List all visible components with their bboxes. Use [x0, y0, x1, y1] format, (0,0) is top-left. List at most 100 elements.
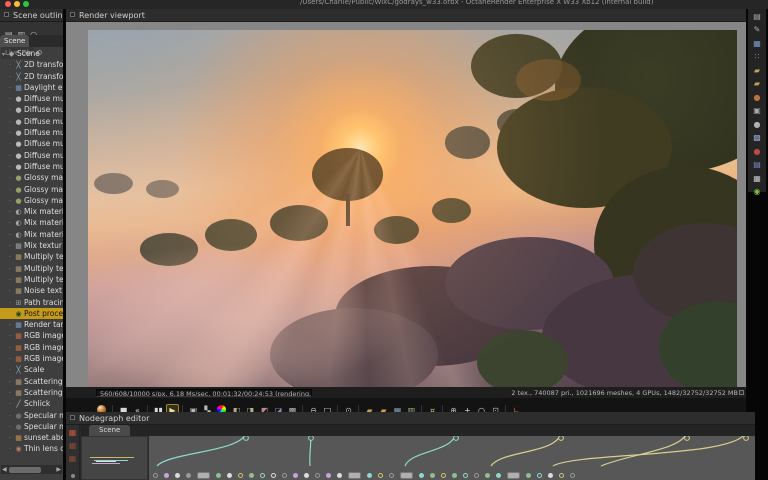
tree-item-scene[interactable]: ▾◆Scene — [0, 48, 63, 59]
sphere-icon[interactable]: ● — [751, 119, 763, 131]
node-pin[interactable] — [249, 473, 254, 478]
texture-nodes-group-icon[interactable]: ▦ — [67, 440, 78, 451]
image-icon[interactable]: ▦ — [751, 38, 763, 50]
material-nodes-group-icon[interactable]: ▦ — [67, 427, 78, 438]
scroll-right-arrow[interactable]: ▶ — [56, 465, 61, 474]
tree-item-post-proce[interactable]: ·◉Post proce — [0, 308, 63, 319]
node-pin[interactable] — [367, 473, 372, 478]
tree-item-mix-materi[interactable]: ·◐Mix materi — [0, 217, 63, 228]
spectral-denoiser-icon[interactable]: ◨ — [244, 405, 257, 412]
checker-icon[interactable]: ▩ — [751, 132, 763, 144]
node-pin[interactable] — [537, 473, 542, 478]
zoom-actual-icon[interactable]: ⊙ — [342, 405, 355, 412]
tree-item-glossy-ma[interactable]: ·●Glossy ma — [0, 195, 63, 206]
live-dot-icon[interactable]: ◉ — [751, 186, 763, 198]
pick-focus-icon[interactable]: + — [461, 405, 474, 412]
node-pin[interactable] — [463, 473, 468, 478]
node-pin[interactable] — [164, 473, 169, 478]
tree-item-rgb-image[interactable]: ·▦RGB image — [0, 342, 63, 353]
material-red-icon[interactable]: ● — [751, 146, 763, 158]
tree-item-multiply-te[interactable]: ·▦Multiply te — [0, 263, 63, 274]
node-pin[interactable] — [216, 473, 221, 478]
node-pin[interactable] — [315, 473, 320, 478]
save-image-icon[interactable]: ▦ — [391, 405, 404, 412]
random-icon[interactable]: ∷ — [751, 51, 763, 63]
rendered-image[interactable] — [88, 30, 737, 387]
stats-checkbox[interactable] — [739, 390, 744, 395]
render-layer-icon[interactable]: ◩ — [258, 405, 271, 412]
tree-item-scattering[interactable]: ·▦Scattering — [0, 376, 63, 387]
outliner-hscrollbar[interactable]: ◀ ▶ — [1, 465, 62, 474]
node-pin[interactable] — [419, 473, 424, 478]
layers-blue-icon[interactable]: ▤ — [751, 159, 763, 171]
nodegraph-minimap[interactable] — [81, 436, 148, 480]
nodegraph-tab-scene[interactable]: Scene — [89, 425, 130, 436]
tree-item-sunset-abc[interactable]: ·▦sunset.abc — [0, 432, 63, 443]
restart-render-icon[interactable]: « — [131, 405, 144, 412]
stop-render-icon[interactable]: ■ — [117, 405, 130, 412]
tree-item-2d-transfo[interactable]: ·╳2D transfo — [0, 71, 63, 82]
node-pin[interactable] — [559, 473, 564, 478]
panel-dock-icon[interactable] — [4, 12, 9, 17]
node-pin[interactable] — [400, 472, 413, 479]
node-pin[interactable] — [474, 473, 479, 478]
panel-dock-icon[interactable] — [70, 415, 75, 420]
panel-dock-icon[interactable] — [70, 12, 75, 17]
tree-item-rgb-image[interactable]: ·▦RGB image — [0, 353, 63, 364]
tree-item-multiply-te[interactable]: ·▦Multiply te — [0, 274, 63, 285]
node-pin[interactable] — [282, 473, 287, 478]
node-pin[interactable] — [526, 473, 531, 478]
zoom-window-button[interactable] — [23, 1, 29, 7]
imager-settings-icon[interactable]: ◧ — [230, 405, 243, 412]
node-pin[interactable] — [570, 473, 575, 478]
tree-item-noise-text[interactable]: ·▦Noise text — [0, 285, 63, 296]
tree-item-rgb-image[interactable]: ·▦RGB image — [0, 330, 63, 341]
nodegraph-canvas[interactable] — [149, 436, 755, 480]
node-pin[interactable] — [197, 472, 210, 479]
tree-item-mix-materi[interactable]: ·◐Mix materi — [0, 206, 63, 217]
close-window-button[interactable] — [5, 1, 11, 7]
info-channels-icon[interactable]: ▩ — [286, 405, 299, 412]
tree-item-mix-materi[interactable]: ·◐Mix materi — [0, 229, 63, 240]
node-pin[interactable] — [452, 473, 457, 478]
camera-gizmo-icon[interactable]: ∟ — [510, 405, 523, 412]
tree-item-path-tracin[interactable]: ·⊞Path tracin — [0, 297, 63, 308]
tree-item-glossy-ma[interactable]: ·●Glossy ma — [0, 184, 63, 195]
tree-item-diffuse-mu[interactable]: ·●Diffuse mu — [0, 104, 63, 115]
save-folder-icon[interactable]: ▰ — [377, 405, 390, 412]
tree-item-diffuse-mu[interactable]: ·●Diffuse mu — [0, 127, 63, 138]
scroll-left-arrow[interactable]: ◀ — [2, 465, 7, 474]
open-folder-icon[interactable]: ▰ — [363, 405, 376, 412]
tree-item-2d-transfo[interactable]: ·╳2D transfo — [0, 59, 63, 70]
tree-item-multiply-te[interactable]: ·▦Multiply te — [0, 251, 63, 262]
node-pin[interactable] — [153, 473, 158, 478]
node-pin[interactable] — [227, 473, 232, 478]
value-nodes-group-icon[interactable]: ▦ — [67, 453, 78, 464]
import-folder-icon[interactable]: ▰ — [751, 65, 763, 77]
pause-render-icon[interactable]: ▮▮ — [152, 405, 165, 412]
fit-view-icon[interactable]: ⊡ — [489, 405, 502, 412]
panel-icon[interactable]: ▣ — [751, 105, 763, 117]
tree-item-glossy-ma[interactable]: ·●Glossy ma — [0, 172, 63, 183]
render-priority-orb-icon[interactable]: ● — [97, 405, 106, 412]
tree-item-diffuse-mu[interactable]: ·●Diffuse mu — [0, 150, 63, 161]
node-pin[interactable] — [496, 473, 501, 478]
paint-icon[interactable]: ● — [751, 92, 763, 104]
minimize-window-button[interactable] — [14, 1, 20, 7]
node-pin[interactable] — [430, 473, 435, 478]
tree-item-schlick[interactable]: ·╱Schlick — [0, 398, 63, 409]
tree-item-specular-m[interactable]: ·●Specular m — [0, 410, 63, 421]
node-pin[interactable] — [186, 473, 191, 478]
picture-icon[interactable]: ▦ — [751, 173, 763, 185]
lock-resolution-icon[interactable]: ¤ — [426, 405, 439, 412]
node-pin[interactable] — [348, 472, 361, 479]
save-render-state-icon[interactable]: ▥ — [405, 405, 418, 412]
node-pin[interactable] — [389, 473, 394, 478]
tree-item-render-tar[interactable]: ·▦Render tar — [0, 319, 63, 330]
node-pin[interactable] — [293, 473, 298, 478]
eraser-icon[interactable]: ✎ — [751, 24, 763, 36]
node-pin[interactable] — [260, 473, 265, 478]
node-pin[interactable] — [507, 472, 520, 479]
tree-item-diffuse-mu[interactable]: ·●Diffuse mu — [0, 116, 63, 127]
tree-item-specular-m[interactable]: ·●Specular m — [0, 421, 63, 432]
